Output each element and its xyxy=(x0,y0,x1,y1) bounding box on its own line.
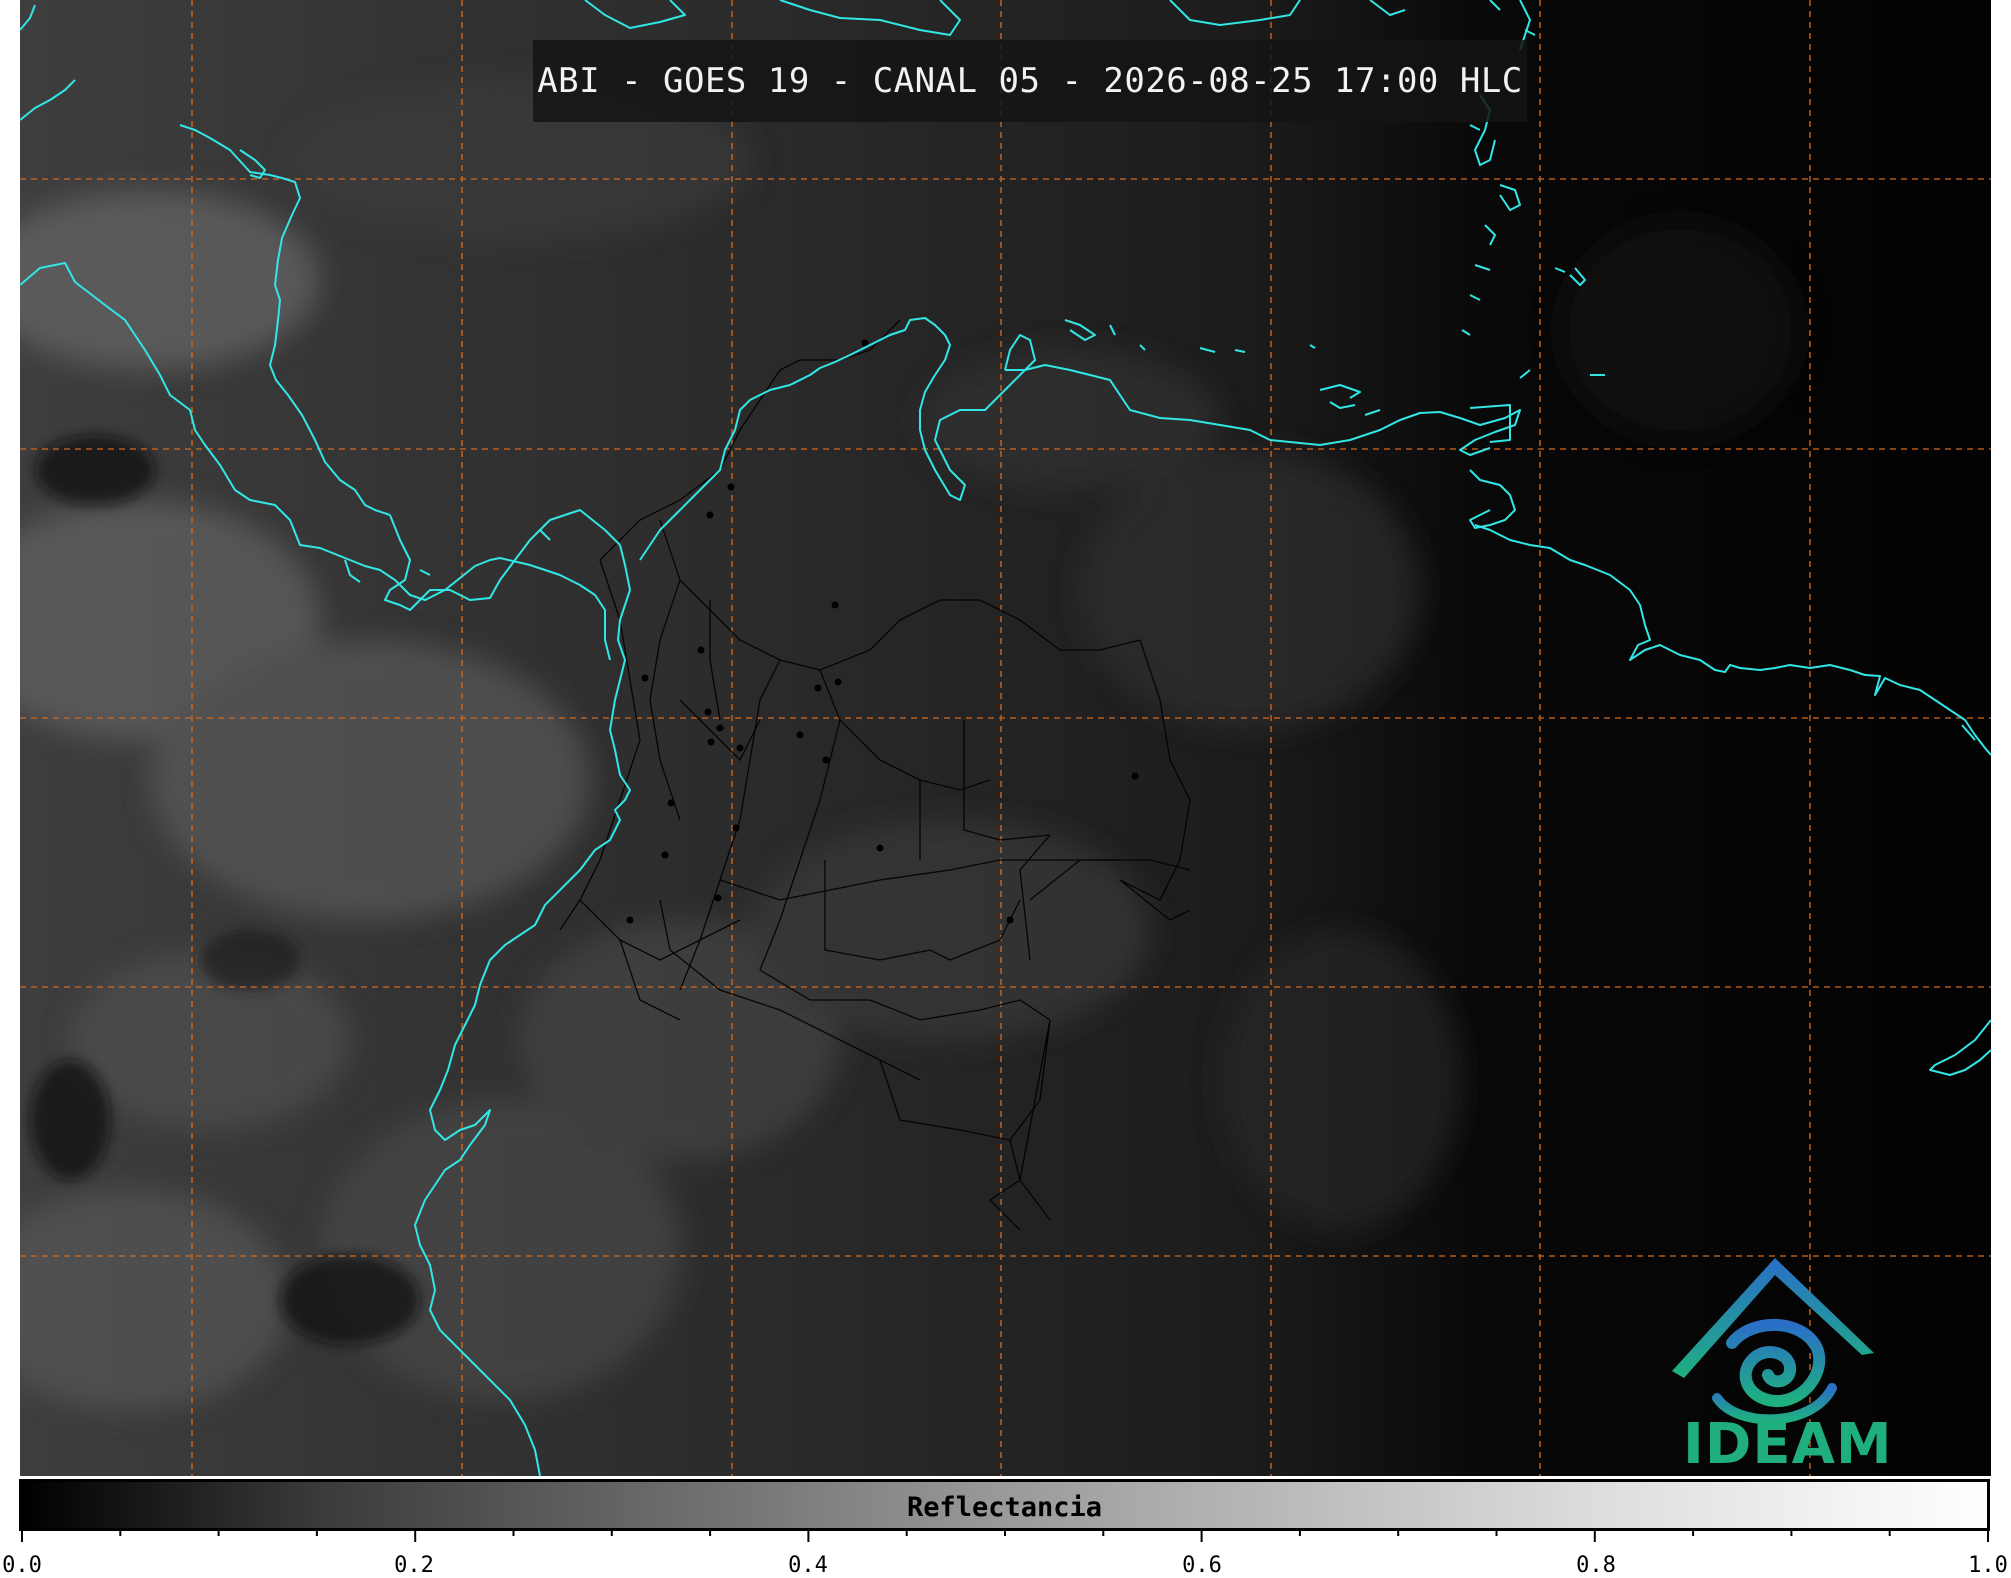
colorbar-ticks xyxy=(21,1528,1989,1542)
tick-label-5: 1.0 xyxy=(1968,1553,2008,1578)
title-box: ABI - GOES 19 - CANAL 05 - 2026-08-25 17… xyxy=(533,40,1527,122)
logo-text: IDEAM xyxy=(1683,1412,1893,1477)
tick-label-1: 0.2 xyxy=(394,1553,434,1578)
tick-label-2: 0.4 xyxy=(788,1553,828,1578)
colorbar-label: Reflectancia xyxy=(906,1492,1103,1523)
tick-label-3: 0.6 xyxy=(1182,1553,1222,1578)
colorbar: Reflectancia xyxy=(19,1479,1990,1531)
tick-label-0: 0.0 xyxy=(2,1553,42,1578)
page-title: ABI - GOES 19 - CANAL 05 - 2026-08-25 17… xyxy=(537,61,1523,101)
tick-label-4: 0.8 xyxy=(1576,1553,1616,1578)
